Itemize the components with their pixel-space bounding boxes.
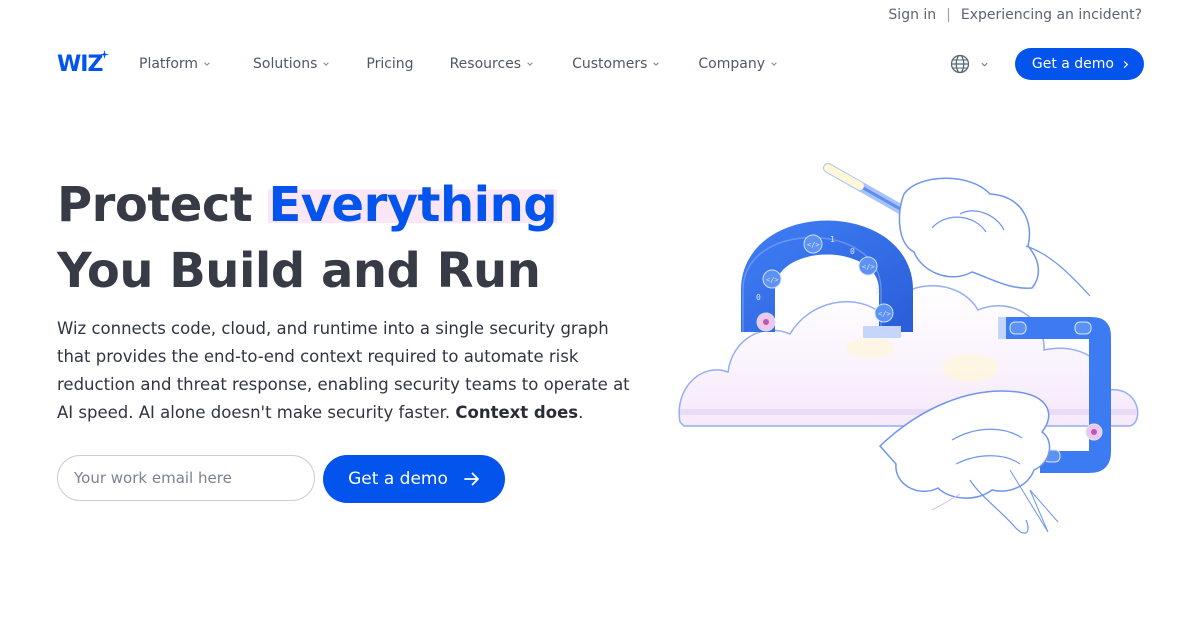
- magnet-code-glyph: </>: [878, 310, 891, 318]
- chevron-down-icon: [527, 62, 533, 66]
- chevron-down-icon: [653, 62, 660, 66]
- hero-title-start: Protect: [57, 177, 269, 233]
- chevron-down-icon: [323, 62, 330, 66]
- magnet-digit: 1: [875, 287, 880, 296]
- chevron-right-icon: [1123, 60, 1129, 68]
- wiz-logo[interactable]: WIZ: [57, 49, 109, 79]
- main-nav: WIZ Platform Solutions Pricing Resources…: [57, 44, 1144, 84]
- nav-item-company[interactable]: Company: [698, 56, 778, 72]
- globe-icon: [950, 54, 970, 74]
- incident-link[interactable]: Experiencing an incident?: [961, 7, 1142, 23]
- nav-item-label: Resources: [449, 56, 522, 72]
- nav-item-label: Customers: [572, 56, 648, 72]
- work-email-input[interactable]: [57, 455, 315, 501]
- hero-illustration: </> </> </> </> 1 0 1 0: [678, 163, 1139, 534]
- hero-title-highlight: Everything: [268, 177, 558, 233]
- chevron-down-icon: [204, 62, 210, 66]
- nav-item-solutions[interactable]: Solutions: [253, 56, 330, 72]
- nav-item-customers[interactable]: Customers: [572, 56, 660, 72]
- hero-title-line2: You Build and Run: [57, 243, 541, 299]
- nav-item-resources[interactable]: Resources: [450, 56, 535, 72]
- sign-in-link[interactable]: Sign in: [888, 7, 936, 23]
- magnet-code-glyph: </>: [862, 263, 875, 271]
- nav-item-label: Solutions: [253, 56, 318, 72]
- nav-get-demo-label: Get a demo: [1031, 56, 1114, 72]
- nav-item-label: Company: [698, 56, 765, 72]
- nav-item-label: Pricing: [366, 56, 414, 72]
- hero-description: Wiz connects code, cloud, and runtime in…: [57, 315, 637, 427]
- nav-item-label: Platform: [139, 56, 199, 72]
- hero-get-demo-button[interactable]: Get a demo: [323, 455, 505, 503]
- hero-description-end: .: [578, 403, 584, 422]
- hero-description-bold: Context does: [455, 403, 579, 422]
- chevron-down-icon: [771, 62, 777, 66]
- language-selector[interactable]: [950, 54, 989, 74]
- arrow-right-icon: [463, 472, 479, 486]
- utility-bar: Sign in | Experiencing an incident?: [888, 7, 1142, 23]
- nav-item-pricing[interactable]: Pricing: [366, 56, 413, 72]
- logo-sparkle-icon: [100, 50, 109, 59]
- nav-item-platform[interactable]: Platform: [139, 56, 211, 72]
- hero-title: Protect Everything You Build and Run: [57, 172, 558, 304]
- nav-get-demo-button[interactable]: Get a demo: [1014, 48, 1144, 80]
- nav-menu: Platform Solutions Pricing Resources Cus…: [139, 56, 778, 72]
- magnet-digit: 1: [830, 235, 835, 244]
- logo-wordmark: WIZ: [57, 51, 103, 77]
- chevron-down-icon: [981, 62, 988, 67]
- magnet-code-glyph: </>: [807, 241, 820, 249]
- magnet-digit: 0: [850, 247, 855, 256]
- magnet-digit: 0: [756, 293, 761, 302]
- magnet-code-glyph: </>: [766, 276, 779, 284]
- utility-separator: |: [946, 7, 951, 23]
- nav-actions: Get a demo: [950, 48, 1144, 80]
- demo-signup-form: Get a demo: [57, 455, 505, 503]
- hero-get-demo-label: Get a demo: [348, 469, 448, 489]
